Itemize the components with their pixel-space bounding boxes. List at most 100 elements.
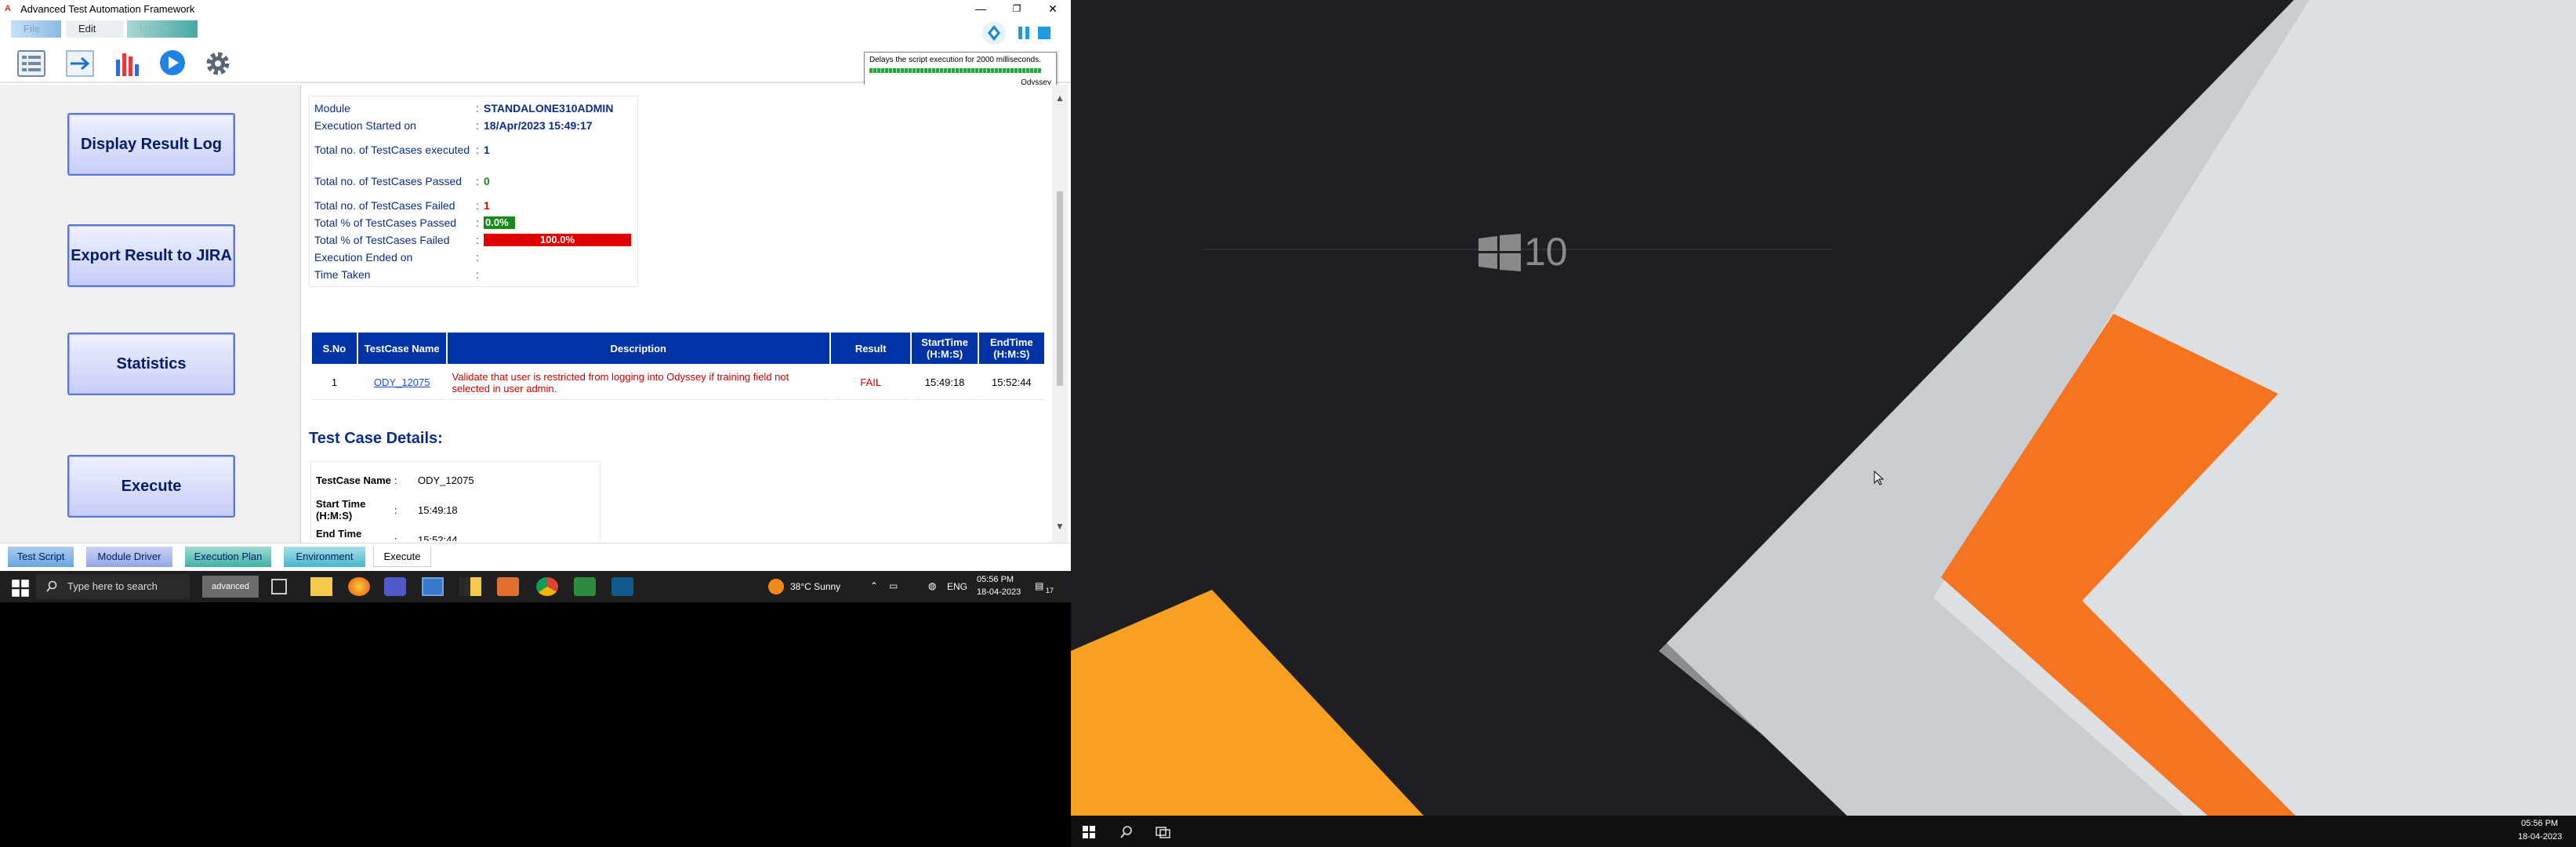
export-result-jira-button[interactable]: Export Result to JIRA — [67, 224, 235, 287]
odyssey-app-icon[interactable] — [611, 577, 633, 596]
tab-environment[interactable]: Environment — [284, 547, 365, 567]
tab-test-script[interactable]: Test Script — [8, 547, 74, 567]
tooltip-progress-bar — [869, 68, 1043, 73]
taskbar-right: 05:56 PM 18-04-2023 — [1071, 816, 2576, 847]
summary-pct-passed-row: Total % of TestCases Passed: 0.0% — [314, 214, 633, 231]
windows-logo-icon — [1478, 234, 1521, 271]
test-list-icon[interactable] — [16, 49, 47, 78]
row-start-time: 15:49:18 — [912, 365, 978, 400]
windows-start-icon[interactable] — [9, 579, 31, 598]
clock-date[interactable]: 18-04-2023 — [2518, 832, 2562, 842]
notes-icon[interactable] — [459, 577, 481, 596]
pause-icon[interactable] — [1016, 25, 1032, 41]
result-log-content: Module: STANDALONE310ADMIN Execution Sta… — [303, 88, 1055, 541]
clock-date[interactable]: 18-04-2023 — [977, 587, 1021, 597]
minimize-button[interactable]: — — [963, 0, 999, 17]
chrome-icon[interactable] — [536, 577, 558, 596]
menu-file[interactable]: File — [11, 20, 61, 38]
file-explorer-icon[interactable] — [310, 577, 332, 596]
run-arrow-icon[interactable] — [64, 49, 96, 78]
main-area: Display Result Log Export Result to JIRA… — [0, 85, 1071, 543]
language-indicator[interactable]: ENG — [947, 581, 967, 592]
summary-pct-failed-row: Total % of TestCases Failed: 100.0% — [314, 231, 633, 249]
execute-button[interactable]: Execute — [67, 455, 235, 518]
execution-summary: Module: STANDALONE310ADMIN Execution Sta… — [309, 96, 638, 287]
search-icon[interactable] — [1119, 825, 1134, 839]
summary-ended-row: Execution Ended on: — [314, 251, 479, 264]
tab-module-driver[interactable]: Module Driver — [86, 547, 172, 567]
run-controls — [980, 19, 1058, 47]
tooltip-text: Delays the script execution for 2000 mil… — [869, 56, 1041, 64]
play-icon[interactable] — [157, 49, 188, 78]
app-window-icon[interactable] — [422, 577, 444, 596]
menu-import[interactable]: Import — [127, 20, 198, 38]
weather-sun-icon — [768, 579, 784, 594]
right-monitor-desktop: 10 05:56 PM 18-04-2023 — [1071, 0, 2576, 847]
detail-name-row: TestCase Name: ODY_12075 — [316, 474, 474, 486]
scroll-down-icon[interactable]: ▼ — [1052, 521, 1068, 532]
display-result-log-button[interactable]: Display Result Log — [67, 113, 235, 176]
summary-module-row: Module: STANDALONE310ADMIN — [314, 102, 614, 115]
outlook-icon[interactable] — [497, 577, 519, 596]
results-table: S.No TestCase Name Description Result St… — [310, 331, 1046, 402]
detail-end-row: End Time (H:M:S): 15:52:44 — [316, 528, 458, 541]
detail-start-row: Start Time (H:M:S): 15:49:18 — [316, 498, 458, 522]
clock-time[interactable]: 05:56 PM — [977, 575, 1014, 584]
clock-time[interactable]: 05:56 PM — [2521, 819, 2558, 828]
scroll-thumb[interactable] — [1057, 191, 1063, 386]
desktop-wallpaper — [1071, 0, 2576, 816]
tab-execution-plan[interactable]: Execution Plan — [185, 547, 271, 567]
test-case-details: TestCase Name: ODY_12075 Start Time (H:M… — [310, 461, 600, 541]
summary-passed-row: Total no. of TestCases Passed: 0 — [314, 175, 490, 187]
bar-chart-icon[interactable] — [111, 49, 143, 78]
side-panel: Display Result Log Export Result to JIRA… — [0, 85, 301, 543]
summary-time-taken-row: Time Taken: — [314, 268, 479, 281]
odyssey-logo-icon — [982, 21, 1006, 45]
taskbar-search-input[interactable]: Type here to search — [36, 574, 190, 599]
menu-edit[interactable]: Edit — [66, 20, 124, 38]
weather-text[interactable]: 38°C Sunny — [790, 581, 840, 592]
vertical-scrollbar[interactable]: ▲ ▼ — [1052, 85, 1068, 543]
app-logo-icon: A — [5, 4, 11, 13]
windows-10-logo: 10 — [1478, 229, 1580, 274]
task-view-icon[interactable] — [1156, 825, 1171, 839]
test-case-details-title: Test Case Details: — [309, 430, 443, 447]
row-sno: 1 — [312, 365, 357, 400]
testcase-link[interactable]: ODY_12075 — [357, 365, 446, 400]
title-bar: A Advanced Test Automation Framework — ❐… — [0, 0, 1071, 17]
scroll-up-icon[interactable]: ▲ — [1052, 93, 1068, 104]
summary-executed-row: Total no. of TestCases executed: 1 — [314, 144, 490, 156]
col-testcase-name: TestCase Name — [357, 333, 446, 364]
fail-percent-bar: 100.0% — [484, 234, 631, 246]
mouse-cursor-icon — [1874, 471, 1885, 485]
bottom-tab-bar: Test Script Module Driver Execution Plan… — [0, 543, 1071, 571]
taskbar-left: Type here to search advanced 38°C Sunny … — [0, 571, 1071, 602]
sheets-icon[interactable] — [574, 577, 596, 596]
gear-icon[interactable] — [202, 49, 234, 78]
tray-chevron-icon[interactable]: ⌃ — [870, 580, 878, 591]
task-view-icon[interactable] — [271, 579, 287, 594]
col-description: Description — [447, 333, 829, 364]
close-button[interactable]: ✕ — [1035, 0, 1071, 17]
col-sno: S.No — [312, 333, 357, 364]
results-header-row: S.No TestCase Name Description Result St… — [312, 333, 1044, 364]
statistics-button[interactable]: Statistics — [67, 333, 235, 395]
notification-icon[interactable]: ▤ — [1035, 580, 1043, 591]
summary-started-row: Execution Started on: 18/Apr/2023 15:49:… — [314, 119, 593, 132]
windows-start-icon[interactable] — [1082, 825, 1096, 839]
window-title: Advanced Test Automation Framework — [20, 2, 195, 15]
tab-execute[interactable]: Execute — [373, 547, 431, 567]
firefox-icon[interactable] — [348, 577, 370, 596]
col-result: Result — [830, 333, 911, 364]
globe-icon[interactable]: ◍ — [928, 580, 936, 591]
menu-bar: File Edit Import — [0, 17, 1071, 41]
stop-icon[interactable] — [1036, 25, 1052, 41]
row-description: Validate that user is restricted from lo… — [447, 365, 829, 400]
pass-percent-bar: 0.0% — [484, 216, 515, 229]
restore-button[interactable]: ❐ — [999, 0, 1035, 17]
app-window: A Advanced Test Automation Framework — ❐… — [0, 0, 1071, 571]
teams-icon[interactable] — [384, 577, 406, 596]
taskbar-app-chip[interactable]: advanced — [202, 576, 259, 598]
table-row: 1 ODY_12075 Validate that user is restri… — [312, 365, 1044, 400]
network-icon[interactable]: ▭ — [889, 580, 898, 591]
